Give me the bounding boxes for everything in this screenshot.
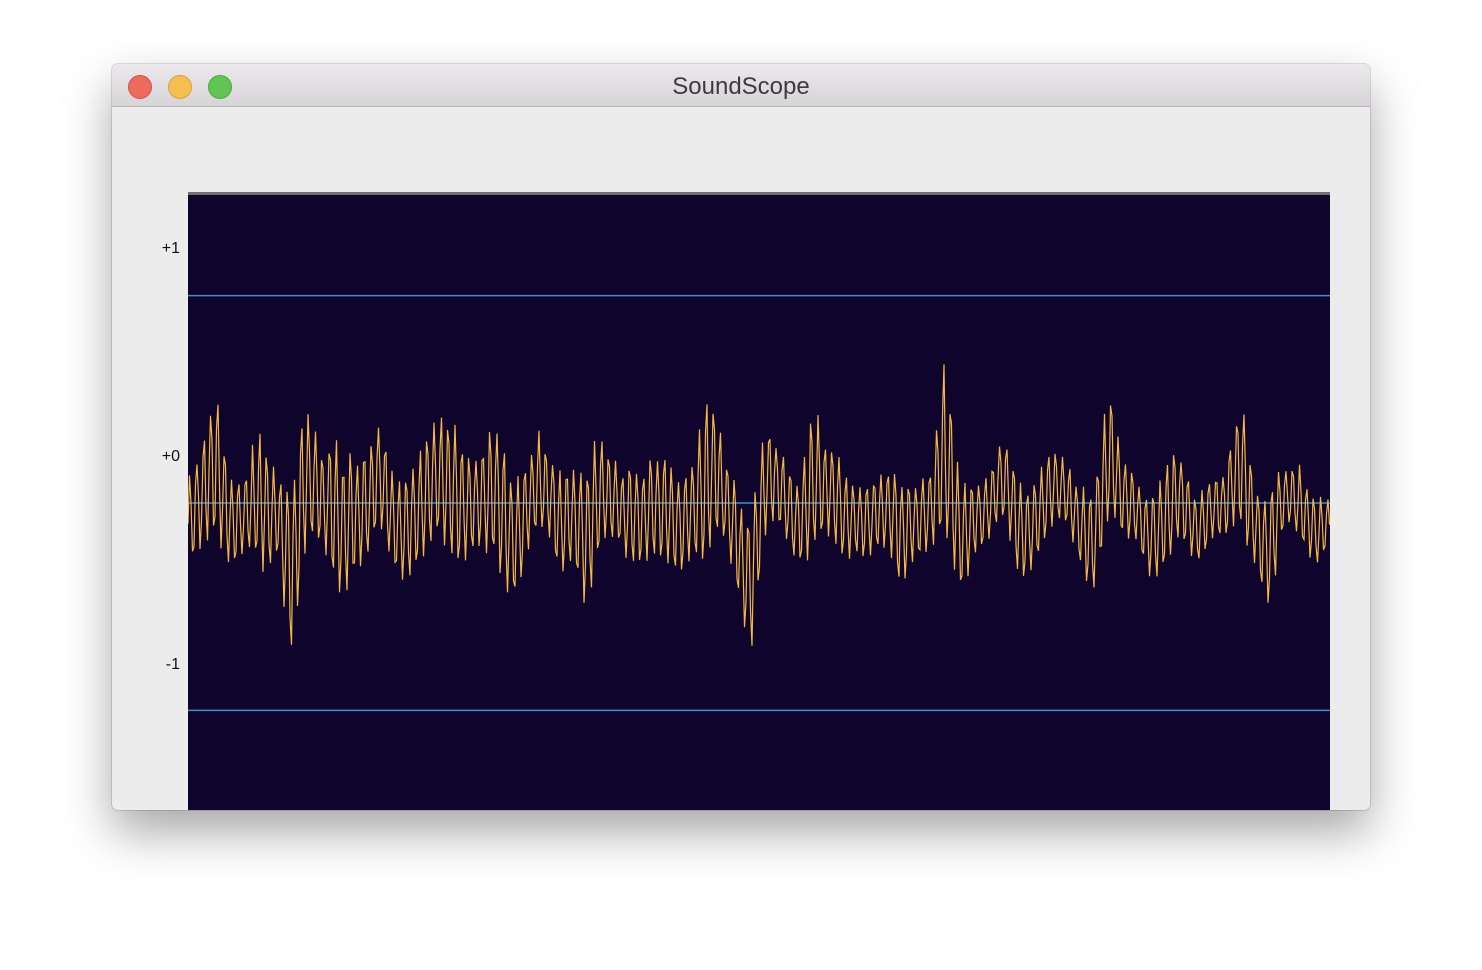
title-bar: SoundScope [112,64,1370,107]
window-content: +1 +0 -1 [112,107,1370,810]
scope-top-border [188,192,1330,195]
window-title: SoundScope [672,73,810,100]
waveform-plot [187,192,1331,810]
y-tick-label-plus-one: +1 [161,240,180,257]
scope-background [188,192,1330,810]
y-tick-label-zero: +0 [161,448,180,465]
app-window: SoundScope +1 +0 -1 [112,64,1370,810]
y-tick-label-minus-one: -1 [165,656,180,673]
oscilloscope-display [187,192,1331,810]
